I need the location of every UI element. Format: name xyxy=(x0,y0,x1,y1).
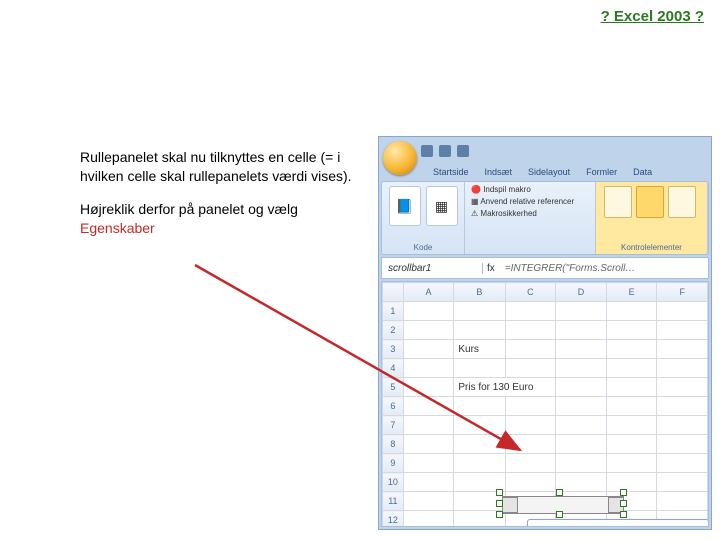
col-F[interactable]: F xyxy=(657,283,708,302)
name-box[interactable]: scrollbar1 xyxy=(382,263,483,274)
col-E[interactable]: E xyxy=(606,283,657,302)
col-D[interactable]: D xyxy=(556,283,607,302)
tab-startside[interactable]: Startside xyxy=(427,165,475,179)
cell-B5[interactable]: Pris for 130 Euro xyxy=(454,378,556,397)
col-C[interactable]: C xyxy=(505,283,556,302)
visual-basic-button[interactable]: 📘 xyxy=(389,186,421,226)
instruction-block: Rullepanelet skal nu tilknyttes en celle… xyxy=(80,148,360,252)
indsaet-control-button[interactable] xyxy=(604,186,632,218)
col-A[interactable]: A xyxy=(403,283,454,302)
tab-data[interactable]: Data xyxy=(627,165,658,179)
scrollbar-control[interactable] xyxy=(502,496,624,514)
tab-sidelayout[interactable]: Sidelayout xyxy=(522,165,576,179)
select-all[interactable] xyxy=(383,283,404,302)
control-prop-button[interactable] xyxy=(668,186,696,218)
group-label-kontrol: Kontrolelementer xyxy=(596,243,707,252)
makrosikkerhed-button[interactable]: ⚠ Makrosikkerhed xyxy=(471,208,589,220)
col-B[interactable]: B xyxy=(454,283,505,302)
ribbon: 📘 ▦ Kode 🔴 Indspil makro ▦ Anvend relati… xyxy=(381,181,709,255)
group-label-kode: Kode xyxy=(382,243,464,252)
instruction-p1: Rullepanelet skal nu tilknyttes en celle… xyxy=(80,148,360,186)
worksheet[interactable]: A B C D E F 1 2 3Kurs 4 5Pris for 130 Eu… xyxy=(381,281,709,527)
grid[interactable]: A B C D E F 1 2 3Kurs 4 5Pris for 130 Eu… xyxy=(382,282,708,527)
excel-2003-link[interactable]: ? Excel 2003 ? xyxy=(601,8,704,25)
quick-access-toolbar[interactable] xyxy=(421,145,469,159)
formula-text[interactable]: =INTEGRER("Forms.Scroll… xyxy=(499,263,642,274)
designtilstand-button[interactable] xyxy=(636,186,664,218)
office-button[interactable] xyxy=(383,141,417,175)
tab-indsaet[interactable]: Indsæt xyxy=(479,165,519,179)
excel-window: Startside Indsæt Sidelayout Formler Data… xyxy=(378,136,712,530)
context-menu: ✂Klip ⧉Kopier 📋Sæt ind 🗔Egenskaber 📄Vis … xyxy=(527,519,709,527)
ribbon-tabs[interactable]: Startside Indsæt Sidelayout Formler Data xyxy=(427,165,658,179)
keyword-egenskaber: Egenskaber xyxy=(80,220,155,236)
relative-ref-button[interactable]: ▦ Anvend relative referencer xyxy=(471,196,589,208)
fx-label[interactable]: fx xyxy=(483,263,499,274)
formula-bar: scrollbar1 fx =INTEGRER("Forms.Scroll… xyxy=(381,257,709,279)
instruction-p2: Højreklik derfor på panelet og vælg Egen… xyxy=(80,200,360,238)
cell-B3[interactable]: Kurs xyxy=(454,340,505,359)
tab-formler[interactable]: Formler xyxy=(580,165,623,179)
indspil-makro-button[interactable]: 🔴 Indspil makro xyxy=(471,184,589,196)
makroer-button[interactable]: ▦ xyxy=(426,186,458,226)
